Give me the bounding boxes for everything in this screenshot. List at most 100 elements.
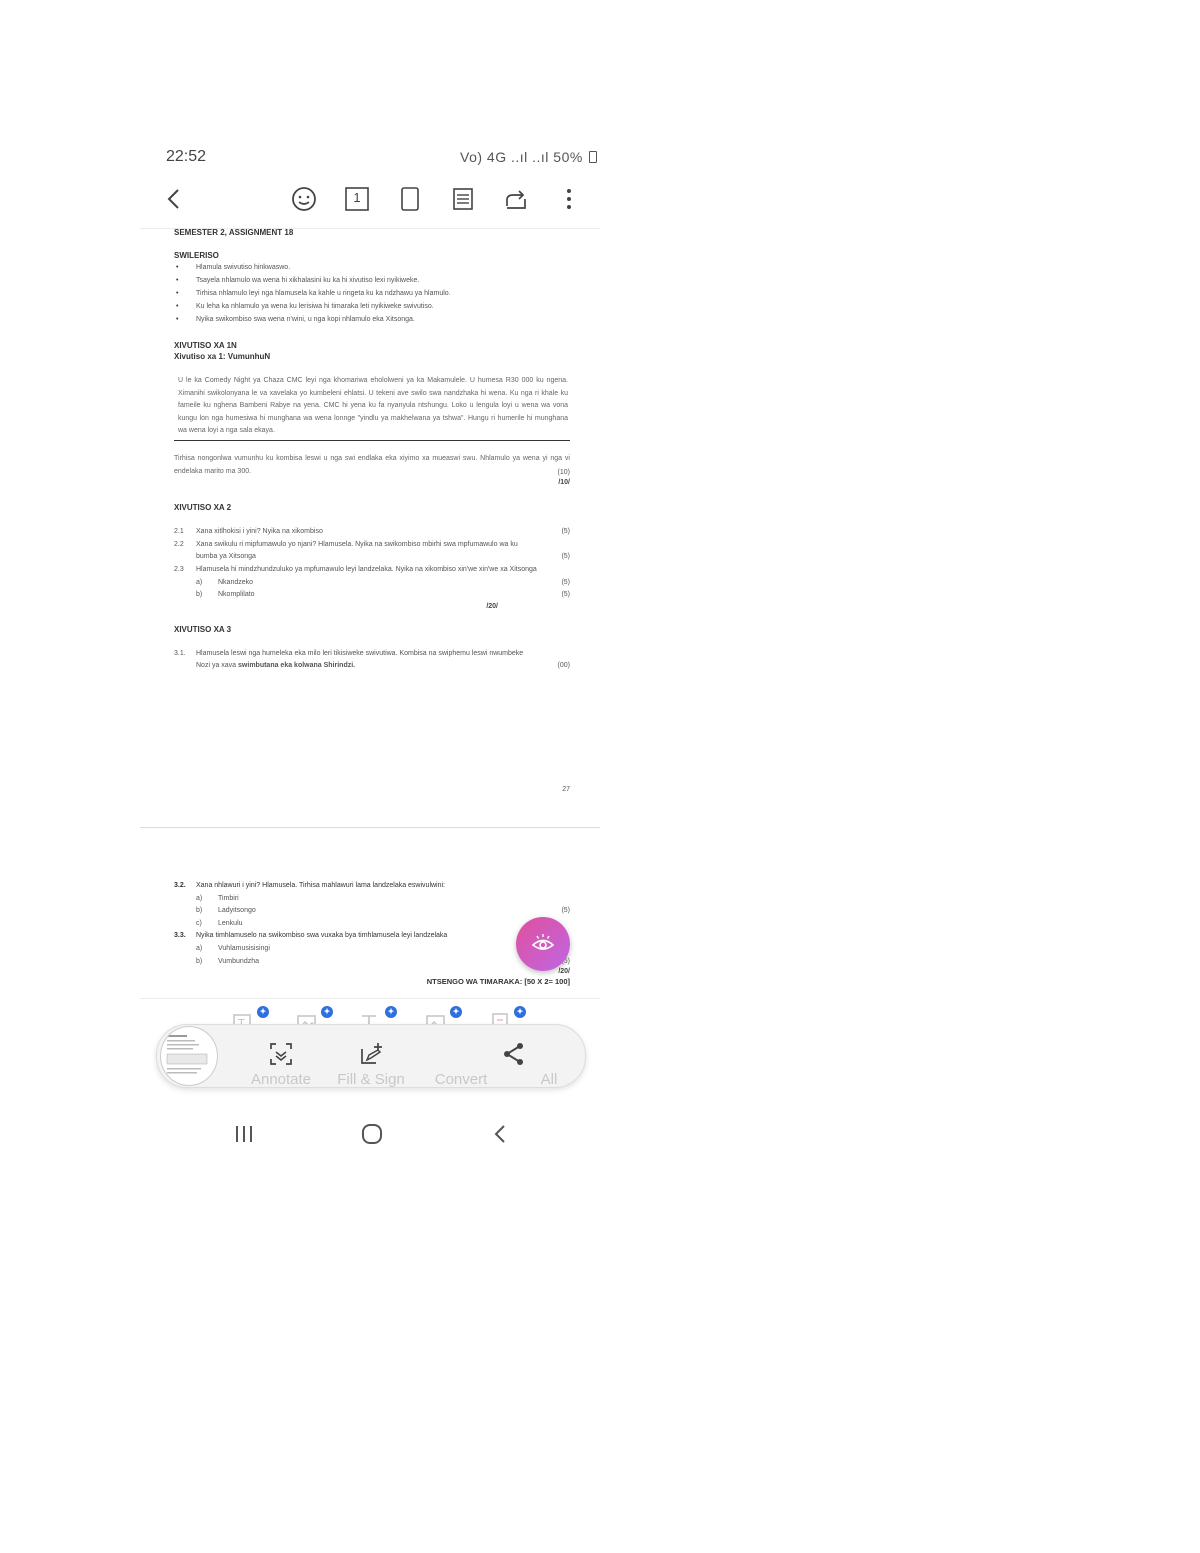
passage-paragraph: U le ka Comedy Night ya Chaza CMC leyi n…: [174, 375, 570, 441]
question-number: a): [196, 944, 203, 952]
home-icon[interactable]: [360, 1122, 384, 1146]
page-number: 27: [562, 786, 570, 793]
convert-label: Convert: [434, 1071, 488, 1088]
more-options-icon[interactable]: [556, 186, 582, 212]
question-indent: [174, 660, 196, 673]
question-number: a): [196, 894, 203, 902]
mark-1: (10): [557, 469, 570, 477]
status-indicators: Vo) 4G ..ıl ..ıl 50%: [460, 149, 598, 165]
question-number: a): [196, 578, 203, 586]
status-indicators-text: Vo) 4G ..ıl ..ıl 50%: [460, 149, 583, 165]
list-item: Nozi ya xava swimbutana eka kolwana Shir…: [174, 660, 570, 673]
list-item: a) Vuhlamusisisingi: [174, 943, 570, 956]
question-text: Nkandzeko: [218, 578, 254, 586]
question-text: Nyika timhlamuselo na swikombiso swa vux…: [196, 932, 448, 940]
question-mark: [540, 564, 570, 577]
question-mark-empty: [540, 893, 570, 906]
list-item: 2.3 Hlamusela hi mindzhundzuluko ya mpfum…: [174, 564, 570, 577]
total-2: /20/: [486, 602, 498, 610]
ai-badge-icon: ✦: [321, 1006, 333, 1018]
list-item: 3.1. Hlamusela leswi nga humeleka eka mil…: [174, 648, 570, 661]
question-2-list: 2.1 Xana xitlhokisi i yini? Nyika na xiko…: [174, 526, 570, 602]
assignment-header: SEMESTER 2, ASSIGNMENT 18: [174, 228, 294, 237]
question-text: Nkomplilato: [218, 591, 255, 599]
list-item: 3.2. Xana nhlawuri i yini? Hlamusela. Tir…: [174, 880, 570, 893]
question-mark: (5): [561, 578, 570, 586]
question-text-bold: swimbutana eka kolwana Shirindzi.: [238, 662, 356, 670]
question-mark: (5): [561, 553, 570, 561]
question-text: Vumbundzha: [218, 957, 259, 965]
eye-icon: [531, 934, 555, 950]
list-item: Tsayela nhlamulo wa wena hi xikhalasini …: [174, 274, 570, 287]
list-item: Ku leha ka nhlamulo ya wena ku lerisiwa …: [174, 300, 570, 313]
bottom-action-bar: Annotate Fill & Sign Convert All: [156, 1024, 586, 1088]
list-item: 2.2 Xana swikulu ri mipfumawulo yo njani?…: [174, 539, 570, 564]
ai-badge-icon: ✦: [257, 1006, 269, 1018]
question-number: 2.1: [174, 528, 184, 536]
section-swileriso: SWILERISO: [174, 251, 219, 260]
battery-icon: [589, 151, 598, 163]
document-page-2: 3.2. Xana nhlawuri i yini? Hlamusela. Tir…: [174, 880, 570, 986]
total-3: /20/: [558, 968, 570, 976]
list-item: 3.3. Nyika timhlamuselo na swikombiso swa…: [174, 930, 570, 943]
xivutiso-2-title: XIVUTISO XA 2: [174, 503, 232, 513]
recent-apps-icon[interactable]: [232, 1122, 256, 1146]
question-text: Xana xitlhokisi i yini? Nyika na xikombi…: [196, 528, 323, 536]
rotate-icon[interactable]: [503, 186, 529, 212]
total-1: /10/: [558, 479, 570, 487]
page-number-icon[interactable]: 1: [344, 186, 370, 212]
ai-badge-icon: ✦: [514, 1006, 526, 1018]
question-3-1: 3.1. Hlamusela leswi nga humeleka eka mil…: [174, 648, 570, 673]
question-text: Xana nhlawuri i yini? Hlamusela. Tirhisa…: [196, 882, 445, 889]
question-text: Vuhlamusisisingi: [218, 944, 270, 952]
page-break: [140, 827, 600, 828]
xivutiso-1-title: XIVUTISO XA 1N: [174, 341, 237, 350]
question-mark: (5): [561, 591, 570, 599]
question-number: 2.3: [174, 565, 184, 573]
list-item: Tirhisa nhlamulo leyi nga hlamusela ka k…: [174, 287, 570, 300]
question-mark: (5): [561, 528, 570, 536]
question-number: b): [196, 957, 203, 965]
annotate-button[interactable]: Annotate: [239, 1041, 323, 1088]
xivutiso-3-title: XIVUTISO XA 3: [174, 624, 232, 634]
share-all-button[interactable]: All: [487, 1041, 571, 1088]
smiley-icon[interactable]: [291, 186, 317, 212]
nav-back-icon[interactable]: [489, 1122, 513, 1146]
thumbnail-preview: [166, 1035, 208, 1074]
annotate-label: Annotate: [250, 1071, 312, 1088]
instructions-list: Hlamula swivutiso hinkwaswo. Tsayela nhl…: [174, 261, 570, 326]
list-item: Nyika swikombiso swa wena n'wini, u nga …: [174, 313, 570, 326]
back-arrow-icon[interactable]: [162, 186, 188, 212]
question-text-line: Nozi ya xava swimbutana eka kolwana Shir…: [196, 660, 540, 673]
question-text: Lenkulu: [218, 919, 243, 927]
question-mark-empty: [540, 880, 570, 893]
question-number: 2.2: [174, 540, 184, 548]
fill-sign-icon: [361, 1043, 382, 1064]
share-icon: [504, 1043, 523, 1065]
fill-sign-button[interactable]: Fill & Sign: [329, 1041, 413, 1088]
reading-mode-fab[interactable]: [516, 917, 570, 971]
xivutiso-1-subtitle: Xivutiso xa 1: VumunhuN: [174, 352, 271, 361]
ai-badge-icon: ✦: [385, 1006, 397, 1018]
question-mark: (00): [557, 662, 570, 670]
question-number: 3.2.: [174, 882, 186, 889]
question-text: Hlamusela hi mindzhundzuluko ya mpfumawu…: [196, 565, 537, 573]
list-item: c) Lenkulu: [174, 918, 570, 931]
reader-mode-icon[interactable]: [450, 186, 476, 212]
question-text: Ladyitsongo: [218, 907, 256, 915]
page-view-icon[interactable]: [397, 186, 423, 212]
question-text: Xana swikulu ri mipfumawulo yo njani? Hl…: [196, 540, 518, 561]
question-number: b): [196, 591, 203, 599]
tools-divider: [140, 998, 600, 999]
ai-badge-icon: ✦: [450, 1006, 462, 1018]
fill-sign-label: Fill & Sign: [337, 1071, 405, 1088]
list-item: Hlamula swivutiso hinkwaswo.: [174, 261, 570, 274]
question-text: Hlamusela leswi nga humeleka eka milo le…: [196, 649, 524, 657]
document-thumbnail[interactable]: [160, 1026, 218, 1086]
question-mark: (5): [561, 907, 570, 915]
question-number: c): [196, 919, 202, 927]
list-item: a) Timbiri: [174, 893, 570, 906]
question-number: b): [196, 907, 203, 915]
question-text: Timbiri: [218, 894, 239, 902]
list-item: 2.1 Xana xitlhokisi i yini? Nyika na xiko…: [174, 526, 570, 539]
